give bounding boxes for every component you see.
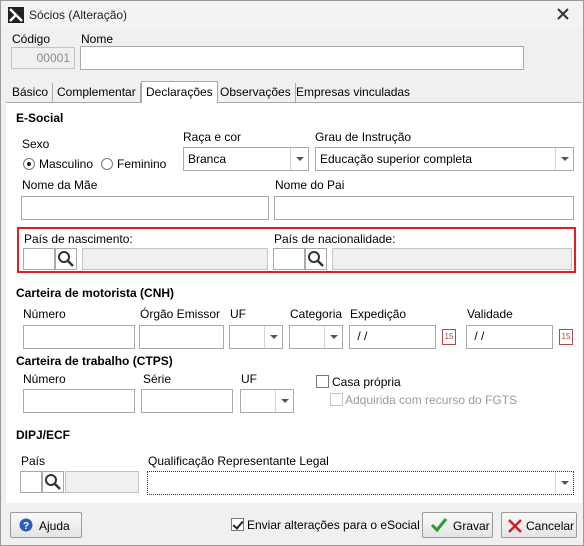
dipj-pais-search-button[interactable] (42, 471, 64, 493)
fgts-checkbox[interactable] (330, 393, 343, 406)
gravar-label: Gravar (453, 519, 490, 533)
tab-bar: Básico Complementar Declarações Observaç… (6, 81, 582, 104)
grau-label: Grau de Instrução (315, 130, 412, 144)
search-icon (45, 474, 61, 490)
codigo-label: Código (12, 32, 51, 46)
search-icon (308, 251, 324, 267)
chevron-down-icon[interactable] (324, 326, 342, 348)
cnh-orgao-field[interactable] (139, 325, 224, 349)
qualificacao-label: Qualificação Representante Legal (148, 454, 329, 468)
title-bar: Sócios (Alteração) (1, 1, 583, 29)
cancelar-button[interactable]: Cancelar (501, 512, 577, 538)
cnh-categoria-select[interactable] (289, 325, 343, 349)
pai-label: Nome do Pai (275, 178, 345, 192)
tab-complementar[interactable]: Complementar (53, 83, 141, 103)
window-title: Sócios (Alteração) (29, 8, 128, 22)
chevron-down-icon[interactable] (275, 390, 293, 412)
tab-empresas-vinculadas[interactable]: Empresas vinculadas (292, 83, 414, 103)
cnh-expedicao-field[interactable]: / / (349, 325, 436, 349)
cnh-categoria-label: Categoria (290, 307, 343, 321)
ctps-uf-select[interactable] (240, 389, 294, 413)
pais-nacionalidade-code[interactable] (273, 248, 305, 270)
ctps-numero-field[interactable] (23, 389, 135, 413)
sexo-feminino-label: Feminino (117, 157, 167, 171)
cnh-validade-label: Validade (467, 307, 513, 321)
cnh-numero-label: Número (23, 307, 66, 321)
dialog-window: Sócios (Alteração) Código 00001 Nome Bás… (0, 0, 584, 546)
ajuda-button[interactable]: ? Ajuda (10, 512, 82, 538)
pai-field[interactable] (274, 196, 574, 220)
pais-nascimento-name (82, 248, 268, 270)
cnh-expedicao-label: Expedição (350, 307, 407, 321)
dipj-pais-name (65, 471, 139, 493)
codigo-field: 00001 (11, 47, 75, 69)
ajuda-label: Ajuda (39, 519, 70, 533)
ctps-numero-label: Número (23, 372, 66, 386)
raca-label: Raça e cor (183, 130, 242, 144)
qualificacao-select[interactable] (147, 471, 574, 495)
dipj-pais-label: País (21, 454, 46, 468)
cancelar-label: Cancelar (526, 519, 575, 533)
cnh-uf-select[interactable] (229, 325, 283, 349)
tab-declaracoes[interactable]: Declarações (141, 81, 218, 104)
cnh-uf-label: UF (230, 307, 246, 321)
chevron-down-icon[interactable] (555, 148, 573, 170)
enviar-esocial-label: Enviar alterações para o eSocial (247, 518, 420, 532)
sexo-feminino-radio[interactable] (101, 158, 113, 170)
search-icon (58, 251, 74, 267)
sexo-label: Sexo (22, 137, 50, 151)
cnh-numero-field[interactable] (23, 325, 135, 349)
raca-select[interactable]: Branca (183, 147, 309, 171)
close-icon[interactable] (555, 6, 571, 22)
pais-nacionalidade-name (332, 248, 572, 270)
ctps-serie-label: Série (143, 372, 172, 386)
pais-nacionalidade-label: País de nacionalidade: (274, 232, 396, 246)
ctps-uf-label: UF (241, 372, 257, 386)
enviar-esocial-checkbox[interactable] (231, 518, 244, 531)
nome-label: Nome (81, 32, 114, 46)
dipj-pais-code[interactable] (20, 471, 42, 493)
gravar-button[interactable]: Gravar (422, 512, 493, 538)
sexo-masculino-radio[interactable] (23, 158, 35, 170)
pais-nacionalidade-search-button[interactable] (305, 248, 327, 270)
calendar-icon[interactable]: 15 (559, 329, 573, 345)
chevron-down-icon[interactable] (264, 326, 282, 348)
cnh-section-title: Carteira de motorista (CNH) (16, 286, 175, 300)
calendar-icon[interactable]: 15 (442, 329, 456, 345)
nome-field[interactable] (80, 46, 524, 70)
cancel-x-icon (508, 519, 522, 533)
dipj-section-title: DIPJ/ECF (16, 428, 71, 442)
pais-nascimento-search-button[interactable] (55, 248, 77, 270)
app-logo-icon (8, 7, 24, 23)
cnh-orgao-label: Órgão Emissor (140, 307, 221, 321)
help-icon: ? (19, 518, 33, 532)
cnh-validade-field[interactable]: / / (466, 325, 553, 349)
sexo-masculino-label: Masculino (39, 157, 94, 171)
casa-propria-checkbox[interactable] (316, 375, 329, 388)
chevron-down-icon[interactable] (290, 148, 308, 170)
ctps-section-title: Carteira de trabalho (CTPS) (16, 354, 173, 368)
esocial-section-title: E-Social (16, 111, 64, 125)
ctps-serie-field[interactable] (141, 389, 233, 413)
casa-propria-label: Casa própria (332, 375, 401, 389)
grau-value: Educação superior completa (320, 152, 473, 166)
raca-value: Branca (188, 152, 227, 166)
mae-field[interactable] (21, 196, 269, 220)
tab-basico[interactable]: Básico (8, 83, 54, 103)
tab-observacoes[interactable]: Observações (216, 83, 296, 103)
chevron-down-icon[interactable] (555, 472, 573, 494)
svg-text:?: ? (23, 521, 29, 532)
pais-nascimento-code[interactable] (23, 248, 55, 270)
grau-select[interactable]: Educação superior completa (315, 147, 574, 171)
fgts-label: Adquirida com recurso do FGTS (345, 393, 518, 407)
pais-nascimento-label: País de nascimento: (24, 232, 133, 246)
check-icon (430, 518, 448, 533)
mae-label: Nome da Mãe (22, 178, 98, 192)
